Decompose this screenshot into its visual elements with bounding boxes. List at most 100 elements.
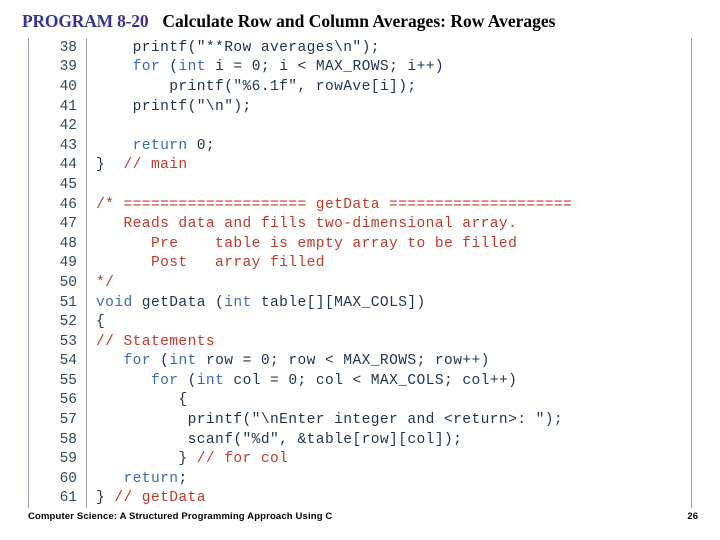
line-number: 42	[29, 116, 87, 136]
line-number: 39	[29, 57, 87, 78]
code-plain: }	[96, 157, 115, 174]
code-plain	[96, 138, 133, 154]
code-comment: Pre table is empty array to be filled	[96, 235, 518, 252]
code-keyword: int	[169, 353, 197, 370]
code-comment: Reads data and fills two-dimensional arr…	[96, 216, 518, 233]
code-text: return 0;	[87, 136, 692, 156]
line-number: 45	[29, 175, 87, 195]
code-line: 52 {	[29, 312, 691, 332]
code-text: for (int col = 0; col < MAX_COLS; col++)	[87, 371, 692, 391]
line-number: 56	[29, 390, 87, 411]
code-comment: /* ==================== getData ========…	[96, 196, 573, 213]
code-plain: scanf("%d", &table[row][col]);	[96, 431, 463, 448]
code-line: 57 printf("\nEnter integer and <return>:…	[29, 410, 691, 430]
line-number: 47	[29, 214, 87, 234]
code-line: 58 scanf("%d", &table[row][col]);	[29, 429, 692, 450]
line-number: 54	[29, 351, 87, 372]
code-plain: (	[160, 59, 179, 76]
line-number: 59	[29, 449, 87, 470]
line-number: 60	[29, 469, 87, 489]
code-text: /* ==================== getData ========…	[87, 195, 692, 215]
line-number: 41	[29, 96, 87, 117]
code-plain: getData (	[132, 294, 225, 311]
code-keyword: int	[196, 372, 225, 389]
footer-page-number: 26	[687, 511, 698, 522]
code-keyword: for	[150, 372, 179, 389]
code-text: } // main	[87, 156, 692, 176]
code-comment: */	[96, 274, 115, 291]
code-text: return;	[87, 469, 692, 489]
code-line: 51 void getData (int table[][MAX_COLS])	[29, 292, 692, 313]
code-text: printf("**Row averages\n");	[87, 38, 692, 58]
code-plain: printf("\n");	[96, 98, 252, 115]
code-text: printf("%6.1f", rowAve[i]);	[87, 77, 692, 97]
code-text: Post array filled	[87, 254, 692, 274]
code-text: void getData (int table[][MAX_COLS])	[87, 293, 692, 313]
code-line: 49 Post array filled	[29, 253, 692, 274]
code-text: Pre table is empty array to be filled	[87, 234, 692, 254]
code-keyword: for	[123, 353, 151, 370]
code-plain: i = 0; i < MAX_ROWS; i++)	[205, 59, 445, 76]
code-line: 45	[29, 175, 691, 195]
line-number: 53	[29, 331, 87, 352]
code-plain: {	[96, 314, 106, 331]
code-plain: (	[150, 353, 170, 370]
code-plain: printf("\nEnter integer and <return>: ")…	[96, 412, 564, 429]
code-comment: // getData	[114, 490, 206, 507]
code-keyword: int	[178, 59, 206, 76]
code-text: */	[87, 273, 692, 293]
code-text: for (int i = 0; i < MAX_ROWS; i++)	[87, 58, 692, 78]
line-number: 52	[29, 312, 87, 332]
line-number: 58	[29, 429, 87, 450]
code-plain: {	[96, 392, 188, 409]
code-keyword: void	[96, 294, 133, 311]
code-line: 50 */	[29, 273, 691, 293]
code-text: printf("\n");	[87, 97, 692, 117]
code-plain	[96, 59, 133, 75]
code-text: Reads data and fills two-dimensional arr…	[87, 214, 692, 234]
code-text: printf("\nEnter integer and <return>: ")…	[87, 410, 692, 430]
code-line: 42	[29, 116, 691, 136]
line-number: 46	[29, 194, 87, 215]
code-plain: (	[178, 372, 197, 389]
code-line: 61} // getData	[29, 488, 691, 509]
code-text	[87, 116, 692, 136]
code-text: {	[87, 391, 692, 411]
code-keyword: return	[132, 137, 188, 154]
code-line: 47 Reads data and fills two-dimensional …	[29, 214, 691, 234]
code-plain: row = 0; row < MAX_ROWS; row++)	[196, 353, 490, 370]
line-number: 48	[29, 233, 87, 254]
code-line: 41 printf("\n");	[29, 96, 692, 117]
code-text: } // for col	[87, 449, 692, 469]
code-plain	[96, 471, 123, 487]
line-number: 43	[29, 135, 87, 156]
code-keyword: for	[132, 59, 161, 76]
code-plain	[96, 353, 123, 369]
code-comment: Post array filled	[96, 255, 325, 272]
code-line: 53 // Statements	[29, 331, 692, 352]
code-listing: 38 printf("**Row averages\n"); 39 for (in…	[28, 38, 692, 509]
code-plain: printf("%6.1f", rowAve[i]);	[96, 78, 417, 95]
code-comment: // for col	[196, 451, 289, 468]
code-comment: // main	[114, 157, 188, 174]
code-keyword: int	[224, 294, 252, 311]
code-plain	[96, 373, 151, 389]
line-number: 57	[29, 410, 87, 430]
code-line: 46 /* ==================== getData ======…	[29, 194, 692, 215]
line-number: 44	[29, 155, 87, 176]
code-text: scanf("%d", &table[row][col]);	[87, 430, 692, 450]
program-label: PROGRAM 8-20	[22, 11, 149, 31]
line-number: 38	[29, 38, 87, 58]
code-line: 43 return 0;	[29, 135, 692, 156]
code-line: 44} // main	[29, 155, 692, 176]
code-line: 39 for (int i = 0; i < MAX_ROWS; i++)	[29, 57, 692, 78]
code-line: 59 } // for col	[29, 449, 692, 470]
code-table: 38 printf("**Row averages\n"); 39 for (in…	[29, 38, 692, 509]
code-text: // Statements	[87, 332, 692, 352]
code-plain: 0;	[187, 137, 216, 154]
line-number: 49	[29, 253, 87, 274]
code-plain: table[][MAX_COLS])	[251, 294, 426, 311]
code-body: 38 printf("**Row averages\n"); 39 for (in…	[29, 38, 692, 509]
code-text: {	[87, 312, 692, 332]
footer-book-title: Computer Science: A Structured Programmi…	[28, 511, 333, 522]
